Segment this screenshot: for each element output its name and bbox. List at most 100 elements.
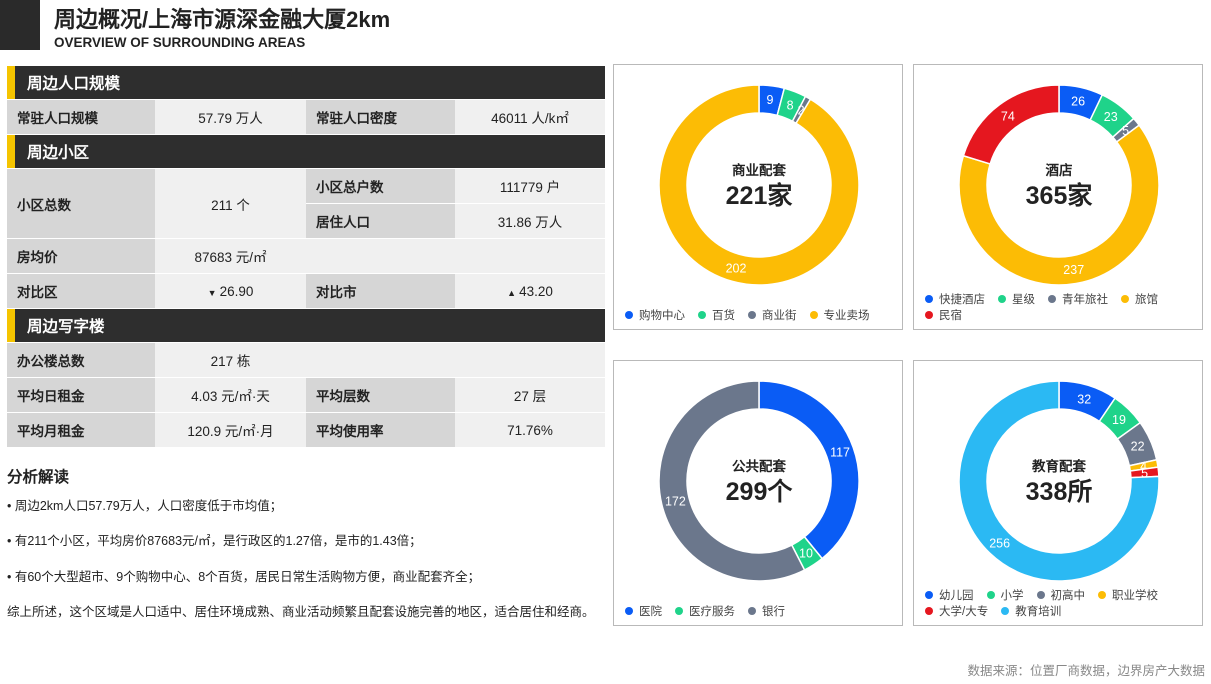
slice-value-label: 117 xyxy=(830,446,850,460)
section-title: 周边小区 xyxy=(27,144,90,162)
cell-key: 小区总户数 xyxy=(306,168,455,204)
legend-label: 幼儿园 xyxy=(939,590,974,602)
cell-value: 211 个 xyxy=(155,168,306,239)
chart-panel-public: 117 10 172 公共配套 299个 医院 医疗服务 银行 xyxy=(613,360,903,626)
table-row: 常驻人口规模 57.79 万人 常驻人口密度 46011 人/k㎡ xyxy=(7,99,606,135)
legend-item: 银行 xyxy=(748,604,785,620)
chart-total: 299个 xyxy=(726,478,794,506)
cell-value: 31.86 万人 xyxy=(455,203,606,239)
section-accent-bar xyxy=(7,135,15,168)
legend-dot-icon xyxy=(809,310,818,319)
data-source-note: 数据来源：位置厂商数据，边界房产大数据 xyxy=(967,664,1205,678)
legend-dot-icon xyxy=(925,294,933,303)
chart-legend: 购物中心 百货 商业街 专业卖场 xyxy=(625,308,895,324)
title-accent-block xyxy=(0,0,40,50)
legend-label: 专业卖场 xyxy=(823,310,870,322)
cell-key: 平均使用率 xyxy=(306,412,455,448)
slice-value-label: 8 xyxy=(787,98,794,112)
cell-key: 对比区 xyxy=(7,273,155,309)
section-header-population: 周边人口规模 xyxy=(7,66,606,100)
legend-dot-icon xyxy=(625,310,633,319)
section-title: 周边写字楼 xyxy=(27,318,105,336)
chart-panel-education: 32 19 22 4 5 256 教育配套 338所 幼儿园 小学 初高中 职业学校大学/大专 教育培… xyxy=(913,360,1203,626)
legend-item: 职业学校 xyxy=(1098,588,1158,604)
page-title: 周边概况/上海市源深金融大厦2km xyxy=(54,7,391,32)
legend-dot-icon xyxy=(675,606,683,615)
slice-value-label: 172 xyxy=(665,495,686,509)
chart-title: 商业配套 xyxy=(732,162,786,178)
legend-item: 百货 xyxy=(698,308,735,324)
analysis-conclusion: 综上所述，这个区域是人口适中、居住环境成熟、商业活动频繁且配套设施完善的地区，适… xyxy=(7,605,595,619)
chart-legend: 快捷酒店 星级 青年旅社 旅馆民宿 xyxy=(925,292,1195,324)
slice-value-label: 10 xyxy=(799,547,813,561)
analysis-line: • 有60个大型超市、9个购物中心、8个百货，居民日常生活购物方便，商业配套齐全… xyxy=(7,570,481,584)
legend-item: 快捷酒店 xyxy=(925,292,985,308)
table-row: 小区总数 211 个 小区总户数 111779 户 xyxy=(7,168,606,239)
chart-total: 365家 xyxy=(1026,181,1093,210)
chart-panel-commercial: 9 8 2 202 商业配套 221家 购物中心 百货 商业街 专业卖场 xyxy=(613,64,903,330)
legend-dot-icon xyxy=(925,606,933,615)
cell-key: 平均月租金 xyxy=(7,412,155,448)
cell-value: 46011 人/k㎡ xyxy=(455,99,606,135)
empty-cell xyxy=(306,342,606,378)
donut-chart: 117 10 172 公共配套 299个 xyxy=(658,380,860,582)
triangle-up-icon: ▲ xyxy=(507,287,517,298)
legend-label: 初高中 xyxy=(1050,590,1086,602)
legend-dot-icon xyxy=(1121,294,1129,303)
table-row: 对比区 ▼ 26.90 对比市 ▲ 43.20 xyxy=(7,273,606,309)
analysis-line: • 有211个小区，平均房价87683元/㎡，是行政区的1.27倍，是市的1.4… xyxy=(7,534,422,548)
table-row: 平均月租金 120.9 元/㎡·月 平均使用率 71.76% xyxy=(7,412,606,448)
cell-key: 居住人口 xyxy=(306,203,455,239)
legend-item: 商业街 xyxy=(748,308,797,324)
slice-value-label: 19 xyxy=(1112,413,1126,427)
slice-value-label: 23 xyxy=(1104,110,1118,124)
chart-total: 221家 xyxy=(726,181,793,210)
section-header-office: 周边写字楼 xyxy=(7,308,606,343)
legend-item: 大学/大专 xyxy=(925,604,988,620)
legend-item: 小学 xyxy=(986,588,1024,604)
legend-label: 小学 xyxy=(1000,590,1024,602)
cell-value: 87683 元/㎡ xyxy=(155,238,306,274)
legend-label: 百货 xyxy=(712,310,735,322)
legend-item: 民宿 xyxy=(925,308,962,324)
cell-value: 120.9 元/㎡·月 xyxy=(155,412,306,448)
legend-label: 大学/大专 xyxy=(939,606,989,618)
slice-value-label: 22 xyxy=(1131,440,1145,454)
legend-dot-icon xyxy=(986,590,995,599)
donut-chart: 9 8 2202商业配套221家 xyxy=(658,84,860,286)
chart-legend: 医院 医疗服务 银行 xyxy=(625,604,895,620)
donut-slice xyxy=(962,84,1060,165)
cell-value: 111779 户 xyxy=(455,168,606,204)
chart-panel-hotel: 26 23 5 237 74 酒店 365家 快捷酒店 星级 青年旅社 旅馆民宿 xyxy=(913,64,1203,330)
cell-value: 27 层 xyxy=(455,377,606,413)
legend-dot-icon xyxy=(698,310,706,319)
section-header-community: 周边小区 xyxy=(7,134,606,169)
triangle-down-icon: ▼ xyxy=(207,287,217,298)
chart-title: 教育配套 xyxy=(1032,458,1086,474)
legend-item: 专业卖场 xyxy=(809,308,870,324)
legend-dot-icon xyxy=(625,606,633,615)
legend-item: 医疗服务 xyxy=(675,604,735,620)
slice-value-label: 202 xyxy=(726,261,747,275)
cell-key: 房均价 xyxy=(7,238,155,274)
slice-value-label: 26 xyxy=(1071,95,1085,109)
legend-dot-icon xyxy=(1036,590,1045,599)
table-row: 办公楼总数 217 栋 xyxy=(7,342,606,378)
analysis-line: • 周边2km人口57.79万人，人口密度低于市均值； xyxy=(7,499,283,513)
cell-value: 217 栋 xyxy=(155,342,306,378)
cell-key: 平均层数 xyxy=(306,377,455,413)
legend-dot-icon xyxy=(1098,590,1106,599)
legend-label: 教育培训 xyxy=(1015,606,1062,618)
page-subtitle: OVERVIEW OF SURROUNDING AREAS xyxy=(54,35,306,50)
legend-item: 星级 xyxy=(998,292,1035,308)
empty-cell xyxy=(306,238,606,274)
chart-title: 酒店 xyxy=(1046,162,1074,178)
cell-key: 常驻人口密度 xyxy=(306,99,455,135)
slice-value-label: 74 xyxy=(1001,109,1015,123)
change-value: 43.20 xyxy=(519,283,553,299)
section-accent-bar xyxy=(7,66,15,99)
legend-dot-icon xyxy=(1001,606,1010,615)
legend-item: 初高中 xyxy=(1036,588,1086,604)
legend-label: 星级 xyxy=(1012,294,1035,306)
cell-key: 办公楼总数 xyxy=(7,342,155,378)
